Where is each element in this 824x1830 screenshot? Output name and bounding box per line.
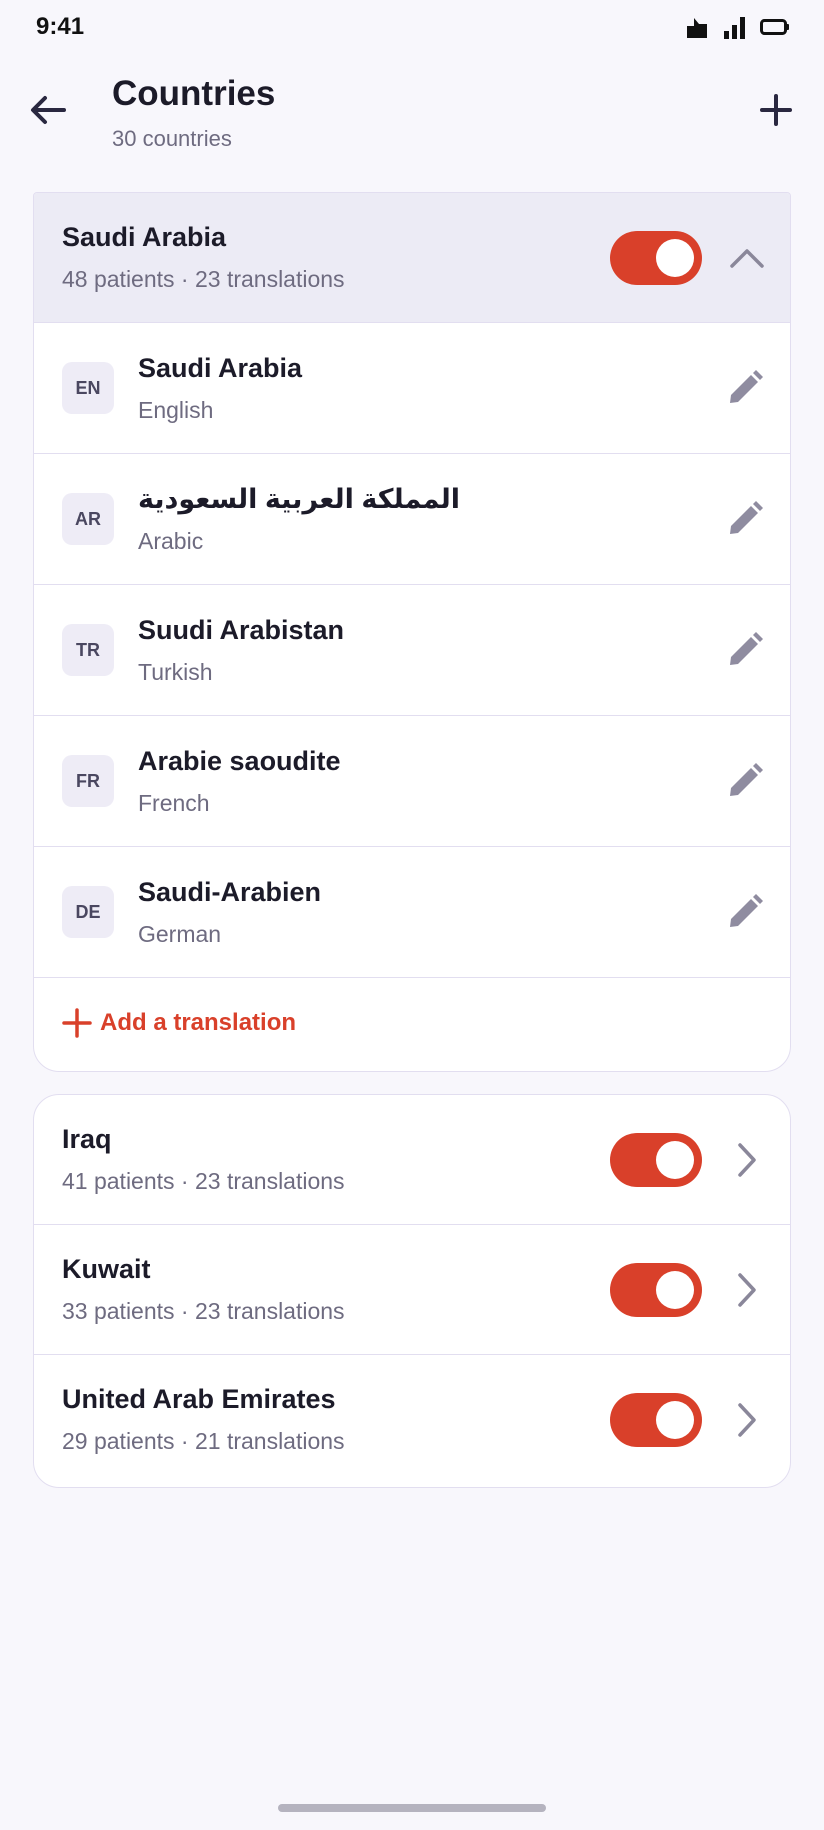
translation-language: English: [138, 397, 214, 423]
translation-name: Suudi Arabistan: [138, 615, 345, 645]
chevron-right-icon: [738, 1273, 756, 1307]
open-country-button[interactable]: [724, 1267, 770, 1313]
country-meta: 29 patients · 21 translations: [62, 1428, 345, 1454]
translation-row-de[interactable]: DE Saudi-Arabien German: [34, 847, 790, 978]
language-code-badge: DE: [62, 886, 114, 938]
page-title: Countries: [112, 74, 276, 113]
translation-language: Turkish: [138, 659, 213, 685]
status-icons: [684, 14, 790, 40]
country-enabled-toggle[interactable]: [610, 1263, 702, 1317]
pencil-icon: [730, 501, 763, 534]
country-row-united-arab-emirates[interactable]: United Arab Emirates 29 patients · 21 tr…: [34, 1355, 790, 1485]
notification-icon: [687, 18, 707, 38]
country-meta: 48 patients · 23 translations: [62, 266, 345, 292]
open-country-button[interactable]: [724, 1137, 770, 1183]
add-translation-button[interactable]: Add a translation: [34, 978, 790, 1068]
translation-row-en[interactable]: EN Saudi Arabia English: [34, 323, 790, 454]
home-indicator[interactable]: [278, 1804, 546, 1812]
toggle-knob: [656, 1271, 694, 1309]
signal-icon: [724, 17, 745, 39]
country-name: Kuwait: [62, 1254, 151, 1284]
country-name: Iraq: [62, 1124, 112, 1154]
edit-translation-button[interactable]: [720, 625, 770, 675]
plus-icon: [62, 1008, 92, 1038]
edit-translation-button[interactable]: [720, 494, 770, 544]
country-meta: 33 patients · 23 translations: [62, 1298, 345, 1324]
country-name: United Arab Emirates: [62, 1384, 336, 1414]
arrow-left-icon: [31, 96, 66, 124]
open-country-button[interactable]: [724, 1397, 770, 1443]
translation-name: Saudi-Arabien: [138, 877, 322, 907]
language-code-badge: AR: [62, 493, 114, 545]
language-code-badge: FR: [62, 755, 114, 807]
expanded-country-card: Saudi Arabia 48 patients · 23 translatio…: [33, 192, 791, 1072]
countries-list-card: Iraq 41 patients · 23 translations Kuwai…: [33, 1094, 791, 1488]
header: Countries 30 countries: [0, 66, 824, 166]
status-bar: 9:41: [0, 0, 824, 56]
toggle-knob: [656, 1401, 694, 1439]
add-translation-label: Add a translation: [100, 1009, 297, 1036]
add-country-button[interactable]: [754, 88, 798, 132]
translation-row-tr[interactable]: TR Suudi Arabistan Turkish: [34, 585, 790, 716]
collapse-button[interactable]: [724, 235, 770, 281]
country-name: Saudi Arabia: [62, 222, 227, 252]
country-enabled-toggle[interactable]: [610, 1393, 702, 1447]
back-button[interactable]: [26, 88, 70, 132]
chevron-right-icon: [738, 1143, 756, 1177]
translation-name: Saudi Arabia: [138, 353, 303, 383]
edit-translation-button[interactable]: [720, 887, 770, 937]
language-code-badge: EN: [62, 362, 114, 414]
translation-row-ar[interactable]: AR المملكة العربية السعودية Arabic: [34, 454, 790, 585]
language-code-badge: TR: [62, 624, 114, 676]
country-row-saudi-arabia[interactable]: Saudi Arabia 48 patients · 23 translatio…: [34, 193, 790, 323]
plus-icon: [760, 94, 792, 126]
translation-language: Arabic: [138, 528, 204, 554]
toggle-knob: [656, 1141, 694, 1179]
pencil-icon: [730, 370, 763, 403]
country-row-kuwait[interactable]: Kuwait 33 patients · 23 translations: [34, 1225, 790, 1355]
translation-name: Arabie saoudite: [138, 746, 341, 776]
pencil-icon: [730, 763, 763, 796]
translation-language: German: [138, 921, 222, 947]
country-meta: 41 patients · 23 translations: [62, 1168, 345, 1194]
chevron-up-icon: [730, 249, 764, 268]
translation-language: French: [138, 790, 210, 816]
toggle-knob: [656, 239, 694, 277]
status-time: 9:41: [36, 13, 85, 40]
country-row-iraq[interactable]: Iraq 41 patients · 23 translations: [34, 1095, 790, 1225]
pencil-icon: [730, 632, 763, 665]
country-enabled-toggle[interactable]: [610, 1133, 702, 1187]
screen: 9:41 Countries 30 countries Saudi Arabia…: [0, 0, 824, 1830]
battery-icon: [760, 19, 789, 35]
pencil-icon: [730, 894, 763, 927]
edit-translation-button[interactable]: [720, 756, 770, 806]
edit-translation-button[interactable]: [720, 363, 770, 413]
page-subtitle: 30 countries: [112, 126, 232, 151]
translation-row-fr[interactable]: FR Arabie saoudite French: [34, 716, 790, 847]
country-enabled-toggle[interactable]: [610, 231, 702, 285]
chevron-right-icon: [738, 1403, 756, 1437]
translation-name: المملكة العربية السعودية: [138, 484, 461, 514]
